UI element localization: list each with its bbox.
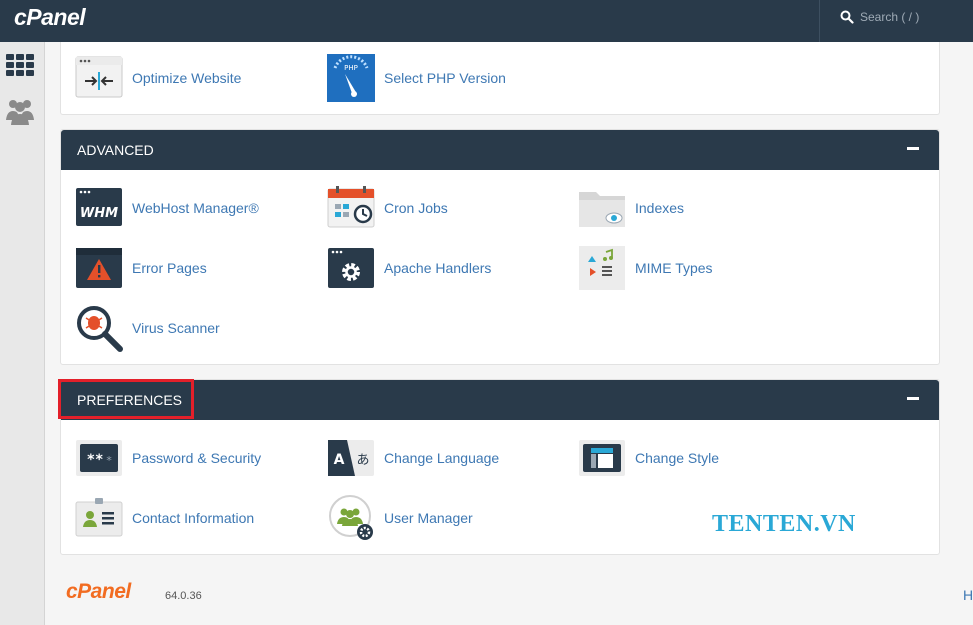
svg-text:WHM: WHM <box>80 206 118 221</box>
magnifier-bug-icon <box>75 304 123 352</box>
users-icon <box>6 100 34 125</box>
left-sidebar <box>0 42 45 625</box>
search-input[interactable] <box>860 8 968 26</box>
cron-jobs-link[interactable]: Cron Jobs <box>327 184 448 232</box>
change-style-link[interactable]: Change Style <box>578 434 719 482</box>
calendar-icon <box>327 184 375 232</box>
advanced-panel: ADVANCED WHM WebHost Manager® Cron Jobs … <box>60 129 940 365</box>
optimize-website-icon <box>75 54 123 102</box>
footer-cpanel-logo[interactable]: cPanel <box>66 580 131 604</box>
user-manager-link[interactable]: User Manager <box>327 494 473 542</box>
search-box[interactable] <box>819 0 973 42</box>
select-php-version-link[interactable]: PHP Select PHP Version <box>327 54 506 102</box>
webhost-manager-label: WebHost Manager® <box>132 200 259 216</box>
change-language-link[interactable]: A あ Change Language <box>327 434 499 482</box>
password-icon: ** * <box>75 434 123 482</box>
version-number: 64.0.36 <box>165 590 202 602</box>
mime-types-label: MIME Types <box>635 260 713 276</box>
gear-window-icon <box>327 244 375 292</box>
svg-text:**: ** <box>87 452 104 468</box>
user-manager-icon <box>327 494 375 542</box>
password-security-label: Password & Security <box>132 450 262 466</box>
sidebar-item-users[interactable] <box>4 96 36 126</box>
indexes-label: Indexes <box>635 200 685 216</box>
svg-text:*: * <box>106 454 113 467</box>
svg-text:A: A <box>334 452 345 468</box>
contact-card-icon <box>75 494 123 542</box>
language-icon: A あ <box>327 434 375 482</box>
advanced-panel-title: ADVANCED <box>77 142 154 158</box>
contact-information-label: Contact Information <box>132 510 255 526</box>
preferences-collapse-button[interactable] <box>907 397 919 400</box>
watermark-text: TENTEN.VN <box>712 511 856 537</box>
svg-text:PHP: PHP <box>344 64 358 72</box>
password-security-link[interactable]: ** * Password & Security <box>75 434 261 482</box>
php-gauge-icon: PHP <box>327 54 375 102</box>
cpanel-logo[interactable]: cPanel <box>14 4 86 31</box>
footer-edge-link[interactable]: H <box>963 587 973 603</box>
sidebar-item-home[interactable] <box>4 50 36 80</box>
contact-information-link[interactable]: Contact Information <box>75 494 254 542</box>
performance-panel: Optimize Website PHP Select PHP Version <box>60 42 940 115</box>
preferences-highlight-annotation <box>58 379 194 419</box>
warning-icon <box>75 244 123 292</box>
whm-icon: WHM <box>75 184 123 232</box>
optimize-website-link[interactable]: Optimize Website <box>75 54 241 102</box>
top-bar: cPanel <box>0 0 973 42</box>
advanced-panel-header[interactable]: ADVANCED <box>61 130 939 170</box>
select-php-version-label: Select PHP Version <box>384 70 506 86</box>
apache-handlers-label: Apache Handlers <box>384 260 492 276</box>
mime-icon <box>578 244 626 292</box>
folder-eye-icon <box>578 184 626 232</box>
change-style-label: Change Style <box>635 450 720 466</box>
optimize-website-label: Optimize Website <box>132 70 242 86</box>
error-pages-label: Error Pages <box>132 260 207 276</box>
search-icon <box>840 10 854 24</box>
svg-text:あ: あ <box>356 453 369 468</box>
advanced-collapse-button[interactable] <box>907 147 919 150</box>
apache-handlers-link[interactable]: Apache Handlers <box>327 244 491 292</box>
grid-icon <box>6 54 34 76</box>
virus-scanner-link[interactable]: Virus Scanner <box>75 304 220 352</box>
user-manager-label: User Manager <box>384 510 473 526</box>
error-pages-link[interactable]: Error Pages <box>75 244 207 292</box>
mime-types-link[interactable]: MIME Types <box>578 244 713 292</box>
style-icon <box>578 434 626 482</box>
webhost-manager-link[interactable]: WHM WebHost Manager® <box>75 184 259 232</box>
virus-scanner-label: Virus Scanner <box>132 320 220 336</box>
change-language-label: Change Language <box>384 450 500 466</box>
cron-jobs-label: Cron Jobs <box>384 200 448 216</box>
indexes-link[interactable]: Indexes <box>578 184 684 232</box>
